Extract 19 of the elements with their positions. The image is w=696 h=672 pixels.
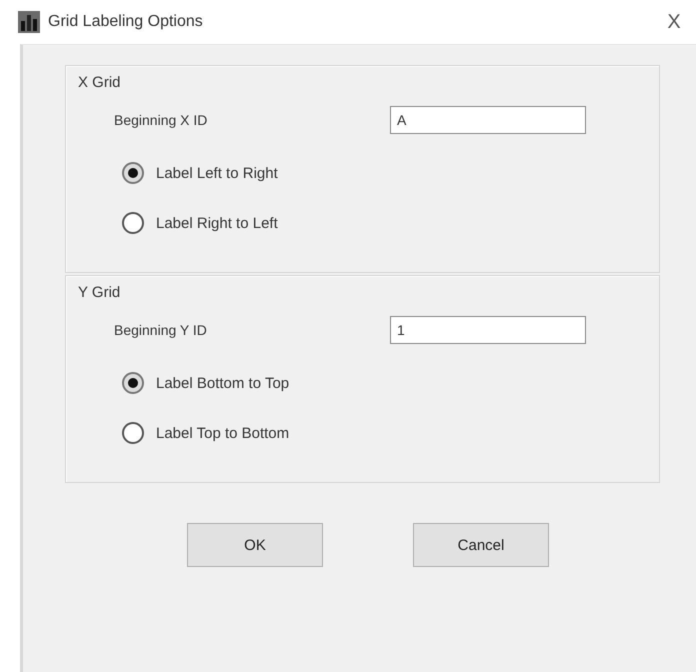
group-title: Y Grid	[78, 284, 120, 301]
close-button[interactable]: X	[652, 2, 696, 42]
field-label: Beginning Y ID	[114, 322, 208, 338]
dialog-button[interactable]: OK	[187, 523, 323, 567]
radio-label[interactable]: Label Bottom to Top	[156, 374, 290, 392]
radio-button[interactable]	[122, 422, 144, 444]
radio-label[interactable]: Label Top to Bottom	[156, 424, 290, 442]
input-field[interactable]: 1	[390, 316, 586, 344]
dialog-button[interactable]: Cancel	[413, 523, 549, 567]
radio-label[interactable]: Label Left to Right	[156, 164, 278, 182]
radio-button[interactable]	[122, 212, 144, 234]
group-title: X Grid	[78, 74, 121, 91]
window-title: Grid Labeling Options	[48, 13, 203, 31]
field-label: Beginning X ID	[114, 112, 208, 128]
radio-button[interactable]	[122, 162, 144, 184]
radio-label[interactable]: Label Right to Left	[156, 214, 278, 232]
app-icon	[18, 11, 40, 33]
input-field[interactable]: A	[390, 106, 586, 134]
radio-button[interactable]	[122, 372, 144, 394]
